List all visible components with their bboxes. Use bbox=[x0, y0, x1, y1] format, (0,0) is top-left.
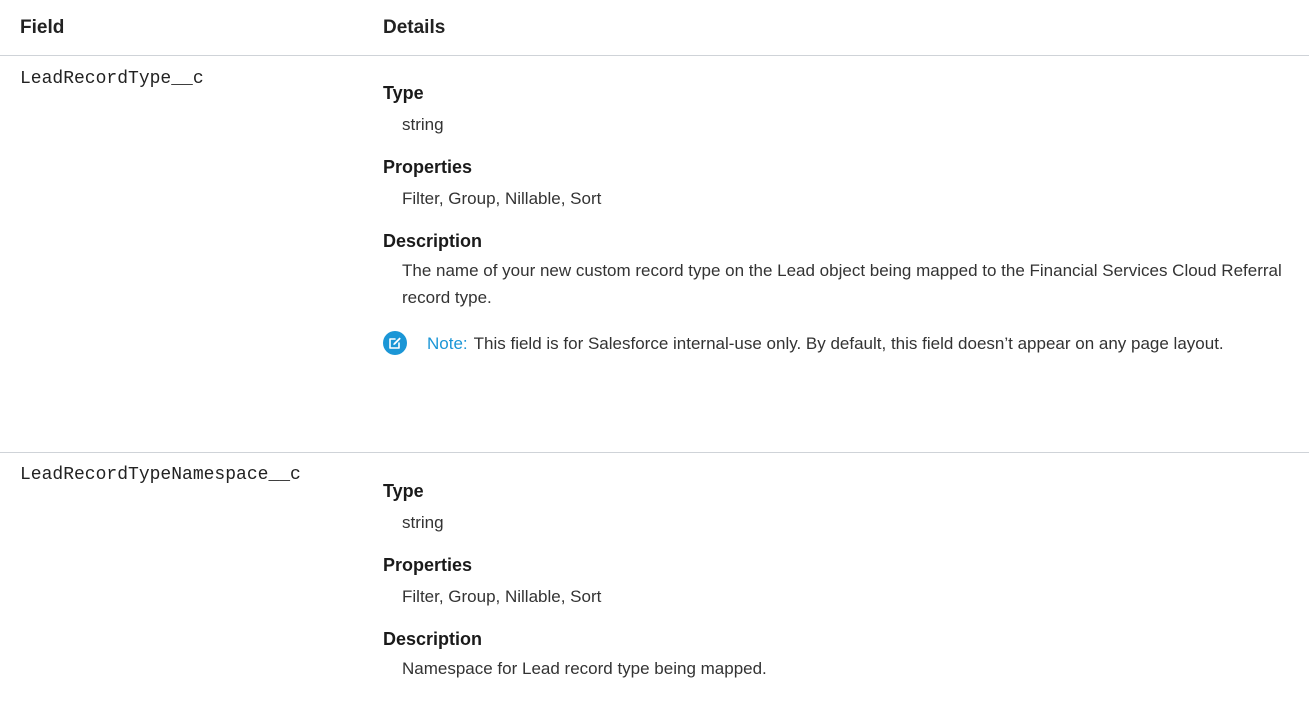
column-header-details: Details bbox=[383, 17, 446, 38]
edit-note-icon bbox=[383, 331, 407, 355]
type-value: string bbox=[402, 115, 444, 134]
table-row: LeadRecordType__c Type string Properties… bbox=[0, 56, 1309, 453]
type-label: Type bbox=[383, 481, 424, 501]
column-header-field: Field bbox=[20, 17, 65, 38]
properties-value: Filter, Group, Nillable, Sort bbox=[402, 189, 602, 208]
field-details: Type string Properties Filter, Group, Ni… bbox=[383, 480, 1283, 700]
note-callout: Note: This field is for Salesforce intern… bbox=[383, 329, 1247, 359]
description-block: Description The name of your new custom … bbox=[383, 230, 1283, 311]
type-block: Type string bbox=[383, 480, 1283, 536]
description-label: Description bbox=[383, 231, 483, 251]
table-row: LeadRecordTypeNamespace__c Type string P… bbox=[0, 453, 1309, 720]
field-reference-table: Field Details LeadRecordType__c Type str… bbox=[0, 0, 1309, 720]
field-details: Type string Properties Filter, Group, Ni… bbox=[383, 82, 1283, 359]
description-block: Description Namespace for Lead record ty… bbox=[383, 628, 1283, 682]
field-name: LeadRecordType__c bbox=[20, 69, 204, 89]
field-name: LeadRecordTypeNamespace__c bbox=[20, 465, 301, 485]
properties-label: Properties bbox=[383, 157, 473, 177]
type-label: Type bbox=[383, 83, 424, 103]
description-value: The name of your new custom record type … bbox=[402, 261, 1282, 307]
description-value: Namespace for Lead record type being map… bbox=[402, 659, 767, 678]
properties-label: Properties bbox=[383, 555, 473, 575]
properties-block: Properties Filter, Group, Nillable, Sort bbox=[383, 554, 1283, 610]
note-label: Note: bbox=[427, 334, 468, 353]
description-label: Description bbox=[383, 629, 483, 649]
table-header-row: Field Details bbox=[0, 0, 1309, 56]
properties-value: Filter, Group, Nillable, Sort bbox=[402, 587, 602, 606]
properties-block: Properties Filter, Group, Nillable, Sort bbox=[383, 156, 1283, 212]
type-block: Type string bbox=[383, 82, 1283, 138]
note-text: This field is for Salesforce internal-us… bbox=[473, 334, 1224, 353]
type-value: string bbox=[402, 513, 444, 532]
